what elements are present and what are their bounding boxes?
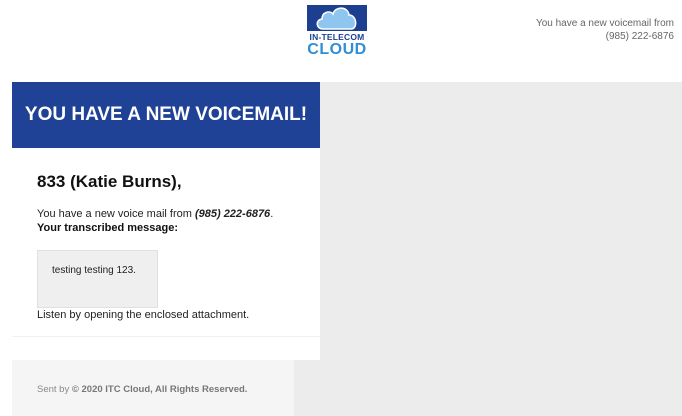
preheader-line1: You have a new voicemail from — [535, 18, 674, 29]
card-divider — [12, 336, 320, 337]
voicemail-card: YOU HAVE A NEW VOICEMAIL! 833 (Katie Bur… — [12, 82, 320, 360]
listen-instruction: Listen by opening the enclosed attachmen… — [37, 309, 250, 321]
from-text: You have a new voice mail from — [37, 208, 195, 220]
email-footer: Sent by © 2020 ITC Cloud, All Rights Res… — [12, 360, 294, 416]
itc-cloud-logo[interactable]: IN-TELECOM CLOUD — [305, 5, 369, 58]
preheader-text: You have a new voicemail from (985) 222-… — [536, 17, 674, 43]
voicemail-banner: YOU HAVE A NEW VOICEMAIL! — [12, 82, 320, 148]
footer-copyright: © 2020 ITC Cloud, All Rights Reserved. — [71, 384, 248, 395]
from-suffix: . — [270, 208, 274, 220]
logo-text-bottom: CLOUD — [307, 41, 367, 58]
cloud-logo-icon — [316, 7, 357, 30]
footer-text: Sent by © 2020 ITC Cloud, All Rights Res… — [37, 384, 247, 395]
transcription-box: testing testing 123. — [37, 250, 158, 308]
transcription-text: testing testing 123. — [52, 265, 136, 276]
transcribed-label: Your transcribed message: — [37, 222, 179, 234]
email-header: IN-TELECOM CLOUD You have a new voicemai… — [0, 0, 682, 82]
recipient-greeting: 833 (Katie Burns), — [37, 172, 182, 191]
footer-prefix: Sent by — [37, 384, 72, 395]
caller-number: (985) 222-6876 — [194, 208, 271, 220]
preheader-phone: (985) 222-6876 — [605, 31, 674, 42]
voicemail-from-line: You have a new voice mail from (985) 222… — [37, 208, 273, 220]
